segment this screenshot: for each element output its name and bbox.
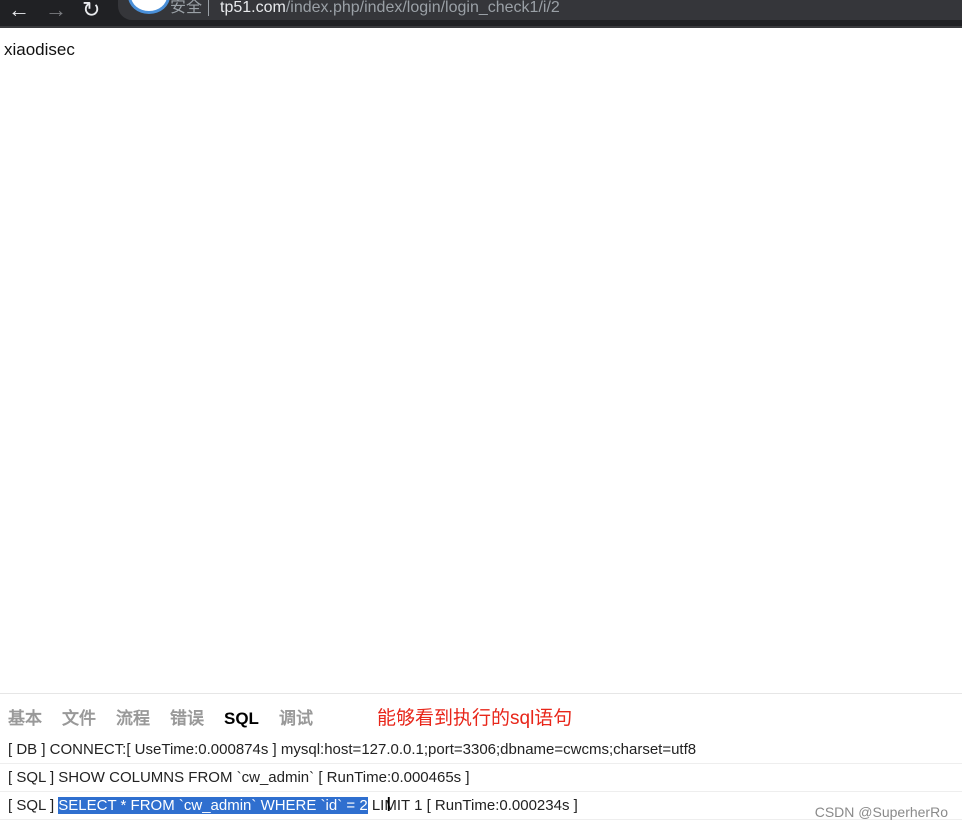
url-text[interactable]: tp51.com/index.php/index/login/login_che…: [220, 0, 560, 19]
url-domain: tp51.com: [220, 0, 286, 16]
tab-flow[interactable]: 流程: [116, 708, 150, 730]
tab-basic[interactable]: 基本: [8, 708, 42, 730]
url-path: /index.php/index/login/login_check1/i/2: [285, 0, 560, 16]
url-divider: [208, 0, 209, 16]
trace-tabs: 基本 文件 流程 错误 SQL 调试: [8, 708, 333, 734]
annotation-text: 能够看到执行的sql语句: [377, 708, 573, 729]
security-label[interactable]: 安全: [170, 0, 202, 19]
tab-sql[interactable]: SQL: [224, 708, 259, 730]
browser-toolbar: ← → ↻ 安全 tp51.com/index.php/index/login/…: [0, 0, 962, 28]
trace-line-rest: LIMIT 1 [ RunTime:0.000234s ]: [367, 797, 578, 814]
watermark: CSDN @SuperherRo: [814, 804, 948, 820]
reload-icon[interactable]: ↻: [82, 0, 100, 23]
tab-files[interactable]: 文件: [62, 708, 96, 730]
back-arrow-icon[interactable]: ←: [8, 0, 30, 23]
tab-errors[interactable]: 错误: [170, 708, 204, 730]
trace-line-show-columns: [ SQL ] SHOW COLUMNS FROM `cw_admin` [ R…: [0, 764, 962, 792]
forward-arrow-icon[interactable]: →: [45, 0, 67, 23]
trace-line-prefix: [ SQL ]: [8, 797, 59, 814]
selected-sql-text[interactable]: SELECT * FROM `cw_admin` WHERE `id` = 2: [58, 797, 368, 814]
tab-debug[interactable]: 调试: [279, 708, 313, 730]
trace-line-db-connect: [ DB ] CONNECT:[ UseTime:0.000874s ] mys…: [0, 736, 962, 764]
trace-panel: 基本 文件 流程 错误 SQL 调试 能够看到执行的sql语句 [ DB ] CONNEC…: [0, 693, 962, 830]
page-output-text: xiaodisec: [4, 40, 75, 59]
text-cursor-icon: I: [386, 794, 392, 816]
